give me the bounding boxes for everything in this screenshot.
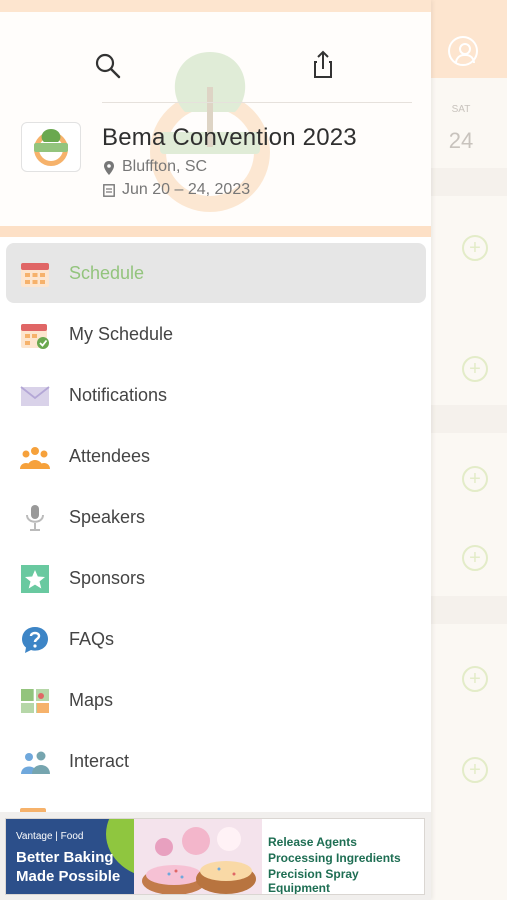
event-title: Bema Convention 2023 [102, 124, 357, 151]
background-header [431, 0, 507, 78]
add-session-icon[interactable]: + [462, 235, 488, 261]
map-icon [21, 689, 49, 713]
event-dates: Jun 20 – 24, 2023 [122, 181, 251, 198]
star-icon [21, 565, 49, 593]
menu-label-interact: Interact [69, 751, 130, 771]
menu-item-notifications[interactable]: Notifications [6, 365, 426, 425]
status-bar [0, 0, 431, 12]
people-icon [21, 751, 50, 774]
time-band [431, 168, 507, 196]
menu-item-schedule[interactable]: Schedule [6, 243, 426, 303]
calendar-small-icon [103, 184, 115, 197]
sponsor-banner-ad[interactable]: Vantage | Food Better Baking Made Possib… [5, 818, 425, 895]
menu-item-faqs[interactable]: FAQs [6, 609, 426, 669]
location-pin-icon [104, 161, 114, 175]
menu-item-maps[interactable]: Maps [6, 670, 426, 730]
navigation-drawer: Bema Convention 2023 Bluffton, SC Jun 20… [0, 0, 431, 900]
add-session-icon[interactable]: + [462, 466, 488, 492]
menu-item-sponsors[interactable]: Sponsors [6, 548, 426, 608]
menu-item-my-schedule[interactable]: My Schedule [6, 304, 426, 364]
add-session-icon[interactable]: + [462, 757, 488, 783]
banner-headline-2: Made Possible [16, 868, 121, 885]
add-session-icon[interactable]: + [462, 666, 488, 692]
menu-label-my-schedule: My Schedule [69, 324, 174, 344]
question-bubble-icon [22, 627, 48, 653]
time-band [431, 405, 507, 433]
menu-label-sponsors: Sponsors [69, 568, 146, 588]
header-accent-bar [0, 226, 431, 237]
time-band [431, 596, 507, 624]
pastries-photo [134, 819, 262, 894]
drawer-header: Bema Convention 2023 Bluffton, SC Jun 20… [0, 12, 431, 237]
calendar-icon [21, 263, 49, 287]
share-icon[interactable] [307, 48, 339, 80]
banner-headline-1: Better Baking [16, 849, 114, 866]
event-location: Bluffton, SC [122, 158, 208, 175]
day-number[interactable]: 24 [431, 128, 491, 154]
add-session-icon[interactable]: + [462, 545, 488, 571]
menu-item-interact[interactable]: Interact [6, 731, 426, 791]
banner-line-2: Processing Ingredients [268, 851, 401, 865]
banner-line-1: Release Agents [268, 835, 357, 849]
calendar-check-icon [21, 324, 49, 349]
menu-label-notifications: Notifications [69, 385, 168, 405]
banner-brand: Vantage | Food [16, 831, 84, 842]
microphone-icon [26, 505, 44, 531]
profile-icon[interactable] [448, 36, 478, 66]
menu-label-schedule: Schedule [69, 263, 145, 283]
menu-item-speakers[interactable]: Speakers [6, 487, 426, 547]
day-label: SAT [451, 104, 471, 115]
people-group-icon [20, 447, 50, 469]
header-divider [102, 102, 412, 103]
search-icon[interactable] [92, 50, 124, 82]
envelope-icon [20, 386, 50, 406]
menu-label-faqs: FAQs [69, 629, 115, 649]
add-session-icon[interactable]: + [462, 356, 488, 382]
menu-label-attendees: Attendees [69, 446, 151, 466]
menu-label-speakers: Speakers [69, 507, 146, 527]
background-schedule-panel: SAT 24 + + + + + + [431, 0, 507, 900]
event-logo [21, 122, 81, 172]
menu-item-attendees[interactable]: Attendees [6, 426, 426, 486]
menu-label-maps: Maps [69, 690, 114, 710]
banner-line-3: Precision Spray Equipment [268, 867, 359, 895]
